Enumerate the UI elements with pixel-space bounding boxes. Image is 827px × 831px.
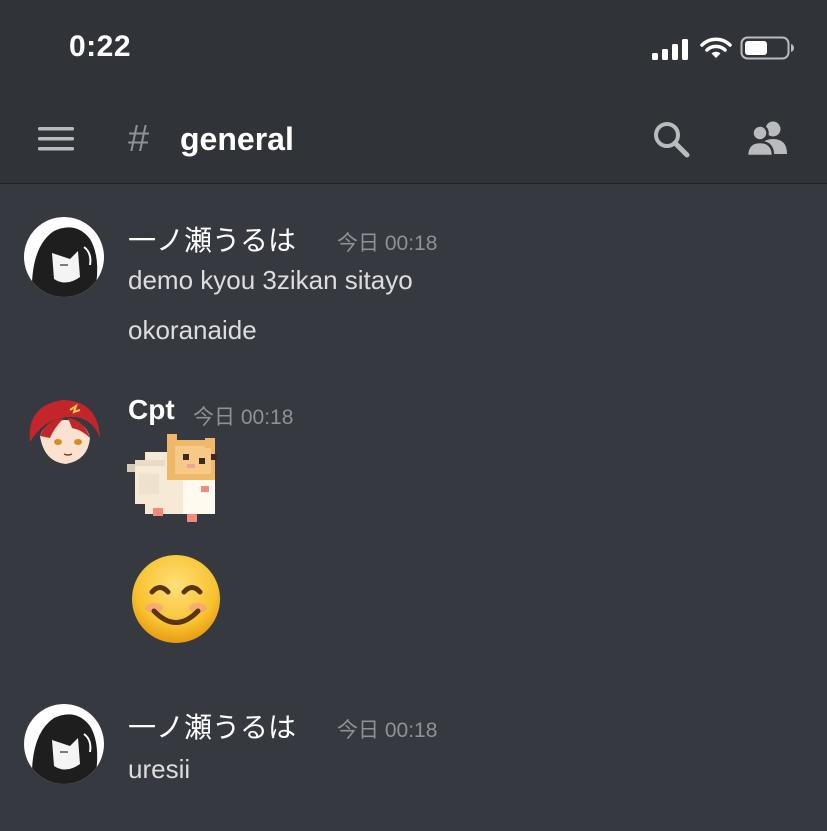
message-text: okoranaide	[128, 315, 257, 345]
message-author[interactable]: 一ノ瀬うるは	[128, 706, 296, 746]
avatar[interactable]	[24, 217, 104, 297]
channel-hash-icon: #	[128, 118, 150, 160]
avatar[interactable]	[24, 392, 104, 472]
search-icon[interactable]	[650, 118, 692, 160]
hamster-sticker[interactable]	[127, 434, 223, 528]
status-time: 0:22	[69, 30, 132, 63]
wifi-icon	[700, 37, 732, 58]
signal-icon	[652, 39, 688, 60]
avatar[interactable]	[24, 704, 104, 784]
message-timestamp: 今日 00:18	[337, 719, 438, 742]
message-text: demo kyou 3zikan sitayo	[128, 265, 413, 295]
message-timestamp: 今日 00:18	[337, 232, 438, 255]
message-text: uresii	[128, 754, 191, 784]
hamburger-icon[interactable]	[36, 124, 76, 154]
discord-app: 0:22 # general 一ノ瀬うるは 今日 00:18 demo kyou…	[0, 0, 827, 831]
smiling-face-emoji[interactable]	[130, 554, 222, 644]
battery-icon	[740, 36, 794, 60]
channel-name[interactable]: general	[180, 121, 294, 158]
message-author[interactable]: Cpt	[128, 394, 175, 426]
members-icon[interactable]	[745, 118, 791, 160]
top-bar: 0:22 # general	[0, 0, 827, 184]
message-author[interactable]: 一ノ瀬うるは	[128, 219, 296, 259]
message-timestamp: 今日 00:18	[193, 406, 294, 429]
